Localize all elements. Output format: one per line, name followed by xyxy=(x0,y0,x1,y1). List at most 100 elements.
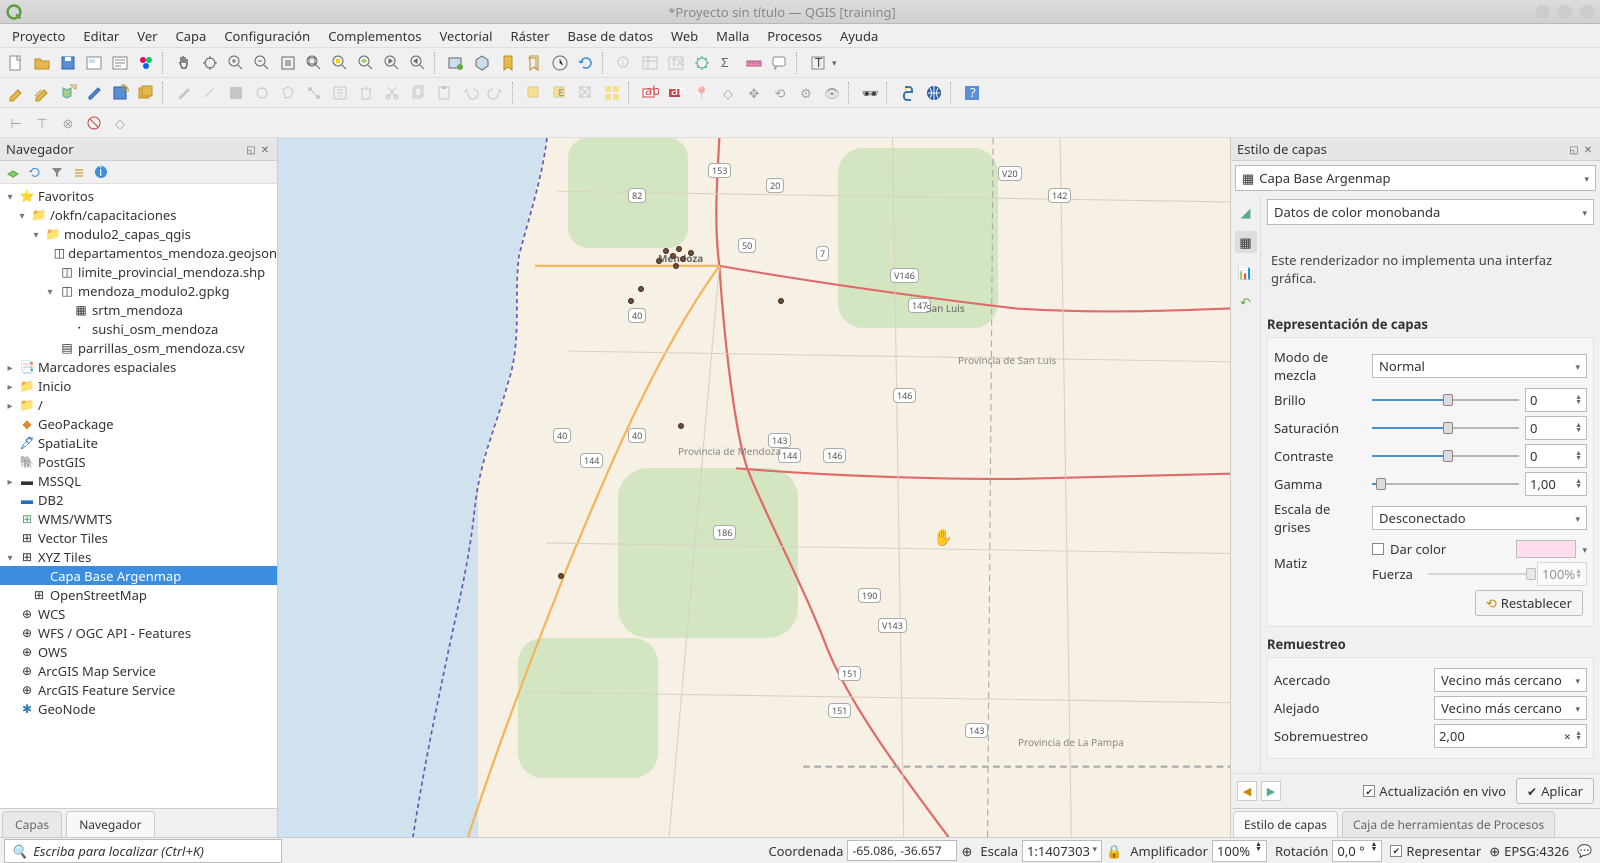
select-by-expression-icon[interactable]: ε xyxy=(548,81,572,105)
magnifier-spin[interactable]: 100%▲▼ xyxy=(1212,840,1267,862)
brightness-spin[interactable]: 0▲▼ xyxy=(1525,388,1587,412)
tree-item-arcgis-feature-service[interactable]: ⊕ArcGIS Feature Service xyxy=(0,680,277,699)
render-check[interactable]: ✔Representar xyxy=(1390,842,1481,860)
style-forward-button[interactable]: ▶ xyxy=(1261,781,1281,801)
tree-item-capa-base-argenmap[interactable]: Capa Base Argenmap xyxy=(0,566,277,585)
menu-configuracion[interactable]: Configuración xyxy=(216,25,318,47)
messages-icon[interactable]: 💬 xyxy=(1577,842,1592,859)
edits-multi-icon[interactable] xyxy=(30,81,54,105)
coord-toggle-icon[interactable]: ⊕ xyxy=(961,842,972,860)
menu-procesos[interactable]: Procesos xyxy=(759,25,830,47)
panel-close-icon[interactable]: ✕ xyxy=(1582,143,1594,155)
tree-item-postgis[interactable]: 🐘PostGIS xyxy=(0,452,277,471)
pan-to-selection-icon[interactable] xyxy=(198,51,222,75)
open-project-icon[interactable] xyxy=(30,51,54,75)
strength-slider[interactable] xyxy=(1428,571,1531,577)
tree-item-vector-tiles[interactable]: ⊞Vector Tiles xyxy=(0,528,277,547)
menu-malla[interactable]: Malla xyxy=(708,25,757,47)
tab-caja-procesos[interactable]: Caja de herramientas de Procesos xyxy=(1342,811,1555,837)
live-update-check[interactable]: ✔Actualización en vivo xyxy=(1363,782,1506,800)
new-project-icon[interactable] xyxy=(4,51,28,75)
tree-toggle-icon[interactable]: ▸ xyxy=(4,398,16,412)
tree-item-limite-provincial-mendoza-shp[interactable]: ◫limite_provincial_mendoza.shp xyxy=(0,262,277,281)
gamma-spin[interactable]: 1,00▲▼ xyxy=(1525,472,1587,496)
tree-item-departamentos-mendoza-geojson[interactable]: ◫departamentos_mendoza.geojson xyxy=(0,243,277,262)
style-manager-icon[interactable] xyxy=(134,51,158,75)
snapping-x-icon[interactable]: ⊗ xyxy=(56,111,80,135)
panel-close-icon[interactable]: ✕ xyxy=(259,143,271,155)
save-project-icon[interactable] xyxy=(56,51,80,75)
blend-mode-combo[interactable]: Normal▾ xyxy=(1372,354,1587,378)
tab-capas[interactable]: Capas xyxy=(2,811,62,837)
tree-item-geopackage[interactable]: ◆GeoPackage xyxy=(0,414,277,433)
deselect-icon[interactable] xyxy=(574,81,598,105)
transparency-tab-icon[interactable]: ▦ xyxy=(1235,231,1257,253)
new-print-layout-icon[interactable] xyxy=(82,51,106,75)
tree-item-geonode[interactable]: ✱GeoNode xyxy=(0,699,277,718)
zoom-full-icon[interactable] xyxy=(302,51,326,75)
menu-ver[interactable]: Ver xyxy=(129,25,165,47)
maptips-icon[interactable] xyxy=(768,51,792,75)
strength-spin[interactable]: 100%▲▼ xyxy=(1537,562,1587,586)
lock-icon[interactable]: 🔒 xyxy=(1106,842,1122,860)
minimize-button[interactable] xyxy=(1536,5,1550,19)
menu-complementos[interactable]: Complementos xyxy=(320,25,429,47)
history-tab-icon[interactable]: ↶ xyxy=(1235,291,1257,313)
map-canvas[interactable]: 153 20 82 50 7 V146 V20 147 142 40 40 40… xyxy=(278,138,1230,837)
panel-undock-icon[interactable]: ◱ xyxy=(245,143,257,155)
saturation-slider[interactable] xyxy=(1372,425,1519,431)
toggle-edit-icon[interactable] xyxy=(82,81,106,105)
pan-icon[interactable] xyxy=(172,51,196,75)
processing-toolbox-icon[interactable] xyxy=(690,51,714,75)
edits-icon[interactable] xyxy=(4,81,28,105)
help-icon[interactable]: ? xyxy=(960,81,984,105)
save-edits-icon[interactable]: ✎ xyxy=(108,81,132,105)
symbology-tab-icon[interactable]: ◢ xyxy=(1235,201,1257,223)
tree-item-marcadores-espaciales[interactable]: ▸📑Marcadores espaciales xyxy=(0,357,277,376)
tree-toggle-icon[interactable]: ▸ xyxy=(4,360,16,374)
histogram-tab-icon[interactable]: 📊 xyxy=(1235,261,1257,283)
refresh-icon[interactable] xyxy=(574,51,598,75)
tree-toggle-icon[interactable]: ▸ xyxy=(4,474,16,488)
tree-toggle-icon[interactable]: ▾ xyxy=(30,227,42,241)
snapping-v-icon[interactable]: ⊤ xyxy=(30,111,54,135)
renderer-combo[interactable]: Datos de color monobanda ▾ xyxy=(1267,199,1594,225)
zoomout-combo[interactable]: Vecino más cercano▾ xyxy=(1434,696,1587,720)
tab-navegador[interactable]: Navegador xyxy=(66,811,154,837)
tree-item-openstreetmap[interactable]: ⊞OpenStreetMap xyxy=(0,585,277,604)
plugin-glasses-icon[interactable]: 🕶 xyxy=(858,81,882,105)
saturation-spin[interactable]: 0▲▼ xyxy=(1525,416,1587,440)
new-bookmark-icon[interactable] xyxy=(496,51,520,75)
browser-tree[interactable]: ▾⭐Favoritos▾📁/okfn/capacitaciones▾📁modul… xyxy=(0,184,277,808)
contrast-spin[interactable]: 0▲▼ xyxy=(1525,444,1587,468)
tree-item-srtm-mendoza[interactable]: ▦srtm_mendoza xyxy=(0,300,277,319)
snapping-h-icon[interactable]: ⊢ xyxy=(4,111,28,135)
tree-item-favoritos[interactable]: ▾⭐Favoritos xyxy=(0,186,277,205)
toggle-all-edit-icon[interactable] xyxy=(134,81,158,105)
zoom-in-icon[interactable] xyxy=(224,51,248,75)
measure-icon[interactable] xyxy=(742,51,766,75)
apply-button[interactable]: ✔ Aplicar xyxy=(1516,778,1594,804)
field-calculator-icon[interactable]: fx xyxy=(664,51,688,75)
tree-toggle-icon[interactable]: ▾ xyxy=(16,208,28,222)
maximize-button[interactable] xyxy=(1558,5,1572,19)
colorize-checkbox[interactable] xyxy=(1372,543,1384,555)
zoom-next-icon[interactable] xyxy=(406,51,430,75)
snapping-layer-icon[interactable]: ◇ xyxy=(108,111,132,135)
annotation-text-icon[interactable]: T xyxy=(806,51,830,75)
browser-info-icon[interactable]: i xyxy=(93,164,109,180)
tree-toggle-icon[interactable]: ▾ xyxy=(44,284,56,298)
tree-item-ows[interactable]: ⊕OWS xyxy=(0,642,277,661)
menu-proyecto[interactable]: Proyecto xyxy=(4,25,73,47)
show-layout-manager-icon[interactable] xyxy=(108,51,132,75)
tree-item-inicio[interactable]: ▸📁Inicio xyxy=(0,376,277,395)
browser-collapse-icon[interactable] xyxy=(71,164,87,180)
reset-button[interactable]: ⟲Restablecer xyxy=(1475,590,1583,616)
tree-item-parrillas-osm-mendoza-csv[interactable]: ▤parrillas_osm_mendoza.csv xyxy=(0,338,277,357)
identify-icon[interactable] xyxy=(612,51,636,75)
tree-item-arcgis-map-service[interactable]: ⊕ArcGIS Map Service xyxy=(0,661,277,680)
menu-basedatos[interactable]: Base de datos xyxy=(560,25,661,47)
tree-item-modulo2-capas-qgis[interactable]: ▾📁modulo2_capas_qgis xyxy=(0,224,277,243)
snapping-no-icon[interactable] xyxy=(82,111,106,135)
dropdown-caret-icon[interactable]: ▾ xyxy=(832,56,837,69)
